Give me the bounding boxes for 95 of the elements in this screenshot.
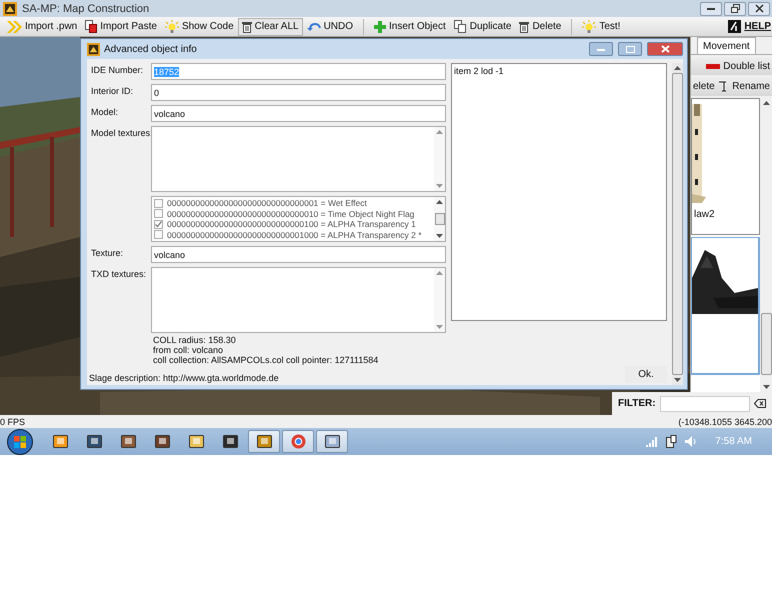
- scrollbar[interactable]: [434, 197, 445, 241]
- field-label: Texture:: [90, 247, 124, 260]
- ok-button[interactable]: Ok.: [625, 366, 667, 383]
- app-icon: [86, 434, 102, 449]
- clock-text: 7:58 AM: [715, 436, 752, 447]
- filter-field[interactable]: [660, 396, 750, 412]
- taskbar-button[interactable]: [316, 430, 348, 453]
- help-button[interactable]: HELP: [728, 20, 772, 33]
- close-button[interactable]: [748, 2, 770, 16]
- close-icon: [754, 4, 764, 13]
- toolbar-button[interactable]: elete: [691, 81, 717, 92]
- minimize-icon: [597, 48, 605, 50]
- field-label: Model:: [90, 106, 120, 119]
- field-label: Interior ID:: [90, 85, 134, 98]
- toolbar-button[interactable]: Test!: [578, 18, 624, 36]
- scroll-up-icon[interactable]: [436, 200, 443, 204]
- scroll-up-icon[interactable]: [762, 101, 770, 105]
- bulb-icon: [582, 20, 596, 34]
- maximize-button[interactable]: [618, 42, 642, 56]
- undo-icon: [306, 22, 321, 32]
- scroll-down-icon[interactable]: [674, 378, 681, 382]
- coordinates-text: (-10348.1055 3645.200: [678, 416, 772, 426]
- flag-label: 00000000000000000000000000001000 = ALPHA Transparency 2 *: [167, 230, 422, 240]
- app-icon: [188, 434, 204, 449]
- toolbar-button[interactable]: Duplicate: [450, 18, 516, 36]
- model-item[interactable]: [691, 237, 760, 375]
- bulb-icon: [164, 20, 179, 34]
- fps-text: 0 FPS: [0, 416, 26, 426]
- paste-icon: [85, 20, 98, 33]
- info-text: from coll: volcano: [153, 345, 224, 355]
- input-field[interactable]: volcano: [151, 246, 446, 263]
- toolbar-button[interactable]: UNDO: [302, 18, 358, 36]
- app-icon: [120, 434, 136, 449]
- dialog-title: Advanced object info: [104, 44, 197, 54]
- minimize-button[interactable]: [700, 2, 722, 16]
- checkbox[interactable]: [154, 230, 163, 240]
- restore-icon: [730, 4, 740, 13]
- input-field[interactable]: 0: [151, 84, 446, 101]
- trash-icon: [519, 20, 530, 32]
- app-icon: [87, 42, 100, 56]
- trash-icon: [242, 20, 252, 32]
- app-icon: [324, 434, 340, 449]
- close-icon: [660, 45, 670, 53]
- scroll-down-icon[interactable]: [762, 385, 770, 389]
- app-icon: [52, 434, 68, 449]
- tab[interactable]: Movement: [697, 37, 756, 54]
- list-item[interactable]: item 2 lod -1: [454, 66, 664, 76]
- window-title: SA-MP: Map Construction: [22, 2, 150, 14]
- app-icon: [154, 434, 170, 449]
- flag-label: 00000000000000000000000000000010 = Time Object Night Flag: [167, 208, 414, 219]
- input-field[interactable]: volcano: [151, 105, 446, 122]
- bar-icon: [706, 64, 720, 68]
- copy-icon: [454, 20, 467, 33]
- info-text: COLL radius: 158.30: [153, 335, 237, 345]
- scrollbar[interactable]: [760, 98, 772, 392]
- model-label: law2: [693, 209, 716, 220]
- scroll-thumb[interactable]: [760, 313, 772, 375]
- field-label: TXD textures:: [90, 268, 148, 281]
- app-icon: [3, 2, 17, 16]
- toolbar-button[interactable]: Clear ALL: [238, 18, 303, 36]
- model-item[interactable]: law2: [691, 98, 760, 235]
- chevron-icon: [6, 20, 22, 32]
- scroll-thumb[interactable]: [434, 213, 444, 225]
- field-label: IDE Number:: [90, 64, 144, 77]
- toolbar-button[interactable]: Delete: [515, 18, 566, 36]
- toolbar-button[interactable]: Insert Object: [370, 18, 450, 36]
- app-icon: [222, 434, 238, 449]
- toolbar-button[interactable]: Import Paste: [81, 18, 161, 36]
- checkbox[interactable]: [154, 198, 163, 208]
- app-icon: [256, 434, 272, 449]
- filter-label: FILTER:: [618, 398, 656, 409]
- flag-label: 00000000000000000000000000000001 = Wet Effect: [167, 198, 367, 208]
- maximize-icon: [626, 46, 634, 52]
- help-icon: [728, 20, 742, 33]
- clear-icon[interactable]: [754, 399, 766, 408]
- speaker-icon: [685, 436, 698, 447]
- checkbox[interactable]: [154, 209, 163, 218]
- toolbar-button[interactable]: Show Code: [160, 18, 238, 36]
- field-label: Model textures:: [90, 127, 151, 140]
- plus-icon: [374, 20, 386, 32]
- scroll-up-icon[interactable]: [674, 66, 681, 70]
- toolbar-button[interactable]: Rename: [717, 81, 772, 92]
- signal-icon: [646, 436, 658, 446]
- toolbar-button[interactable]: Import .pwn: [2, 18, 82, 36]
- taskbar-button[interactable]: [248, 430, 280, 453]
- minimize-icon: [707, 7, 715, 10]
- description-text: Slage description: http://www.gta.worldmode.de: [89, 373, 280, 385]
- app-icon: [290, 434, 306, 449]
- scroll-down-icon[interactable]: [436, 234, 443, 238]
- checkbox[interactable]: [154, 220, 163, 229]
- info-text: coll collection: AllSAMPCOLs.col coll pointer: 127111584: [153, 355, 380, 365]
- flag-label: 00000000000000000000000000000100 = ALPHA Transparency 1: [167, 219, 416, 230]
- restore-button[interactable]: [724, 2, 746, 16]
- windows-logo-icon: [7, 428, 33, 454]
- device-icon: [666, 435, 678, 448]
